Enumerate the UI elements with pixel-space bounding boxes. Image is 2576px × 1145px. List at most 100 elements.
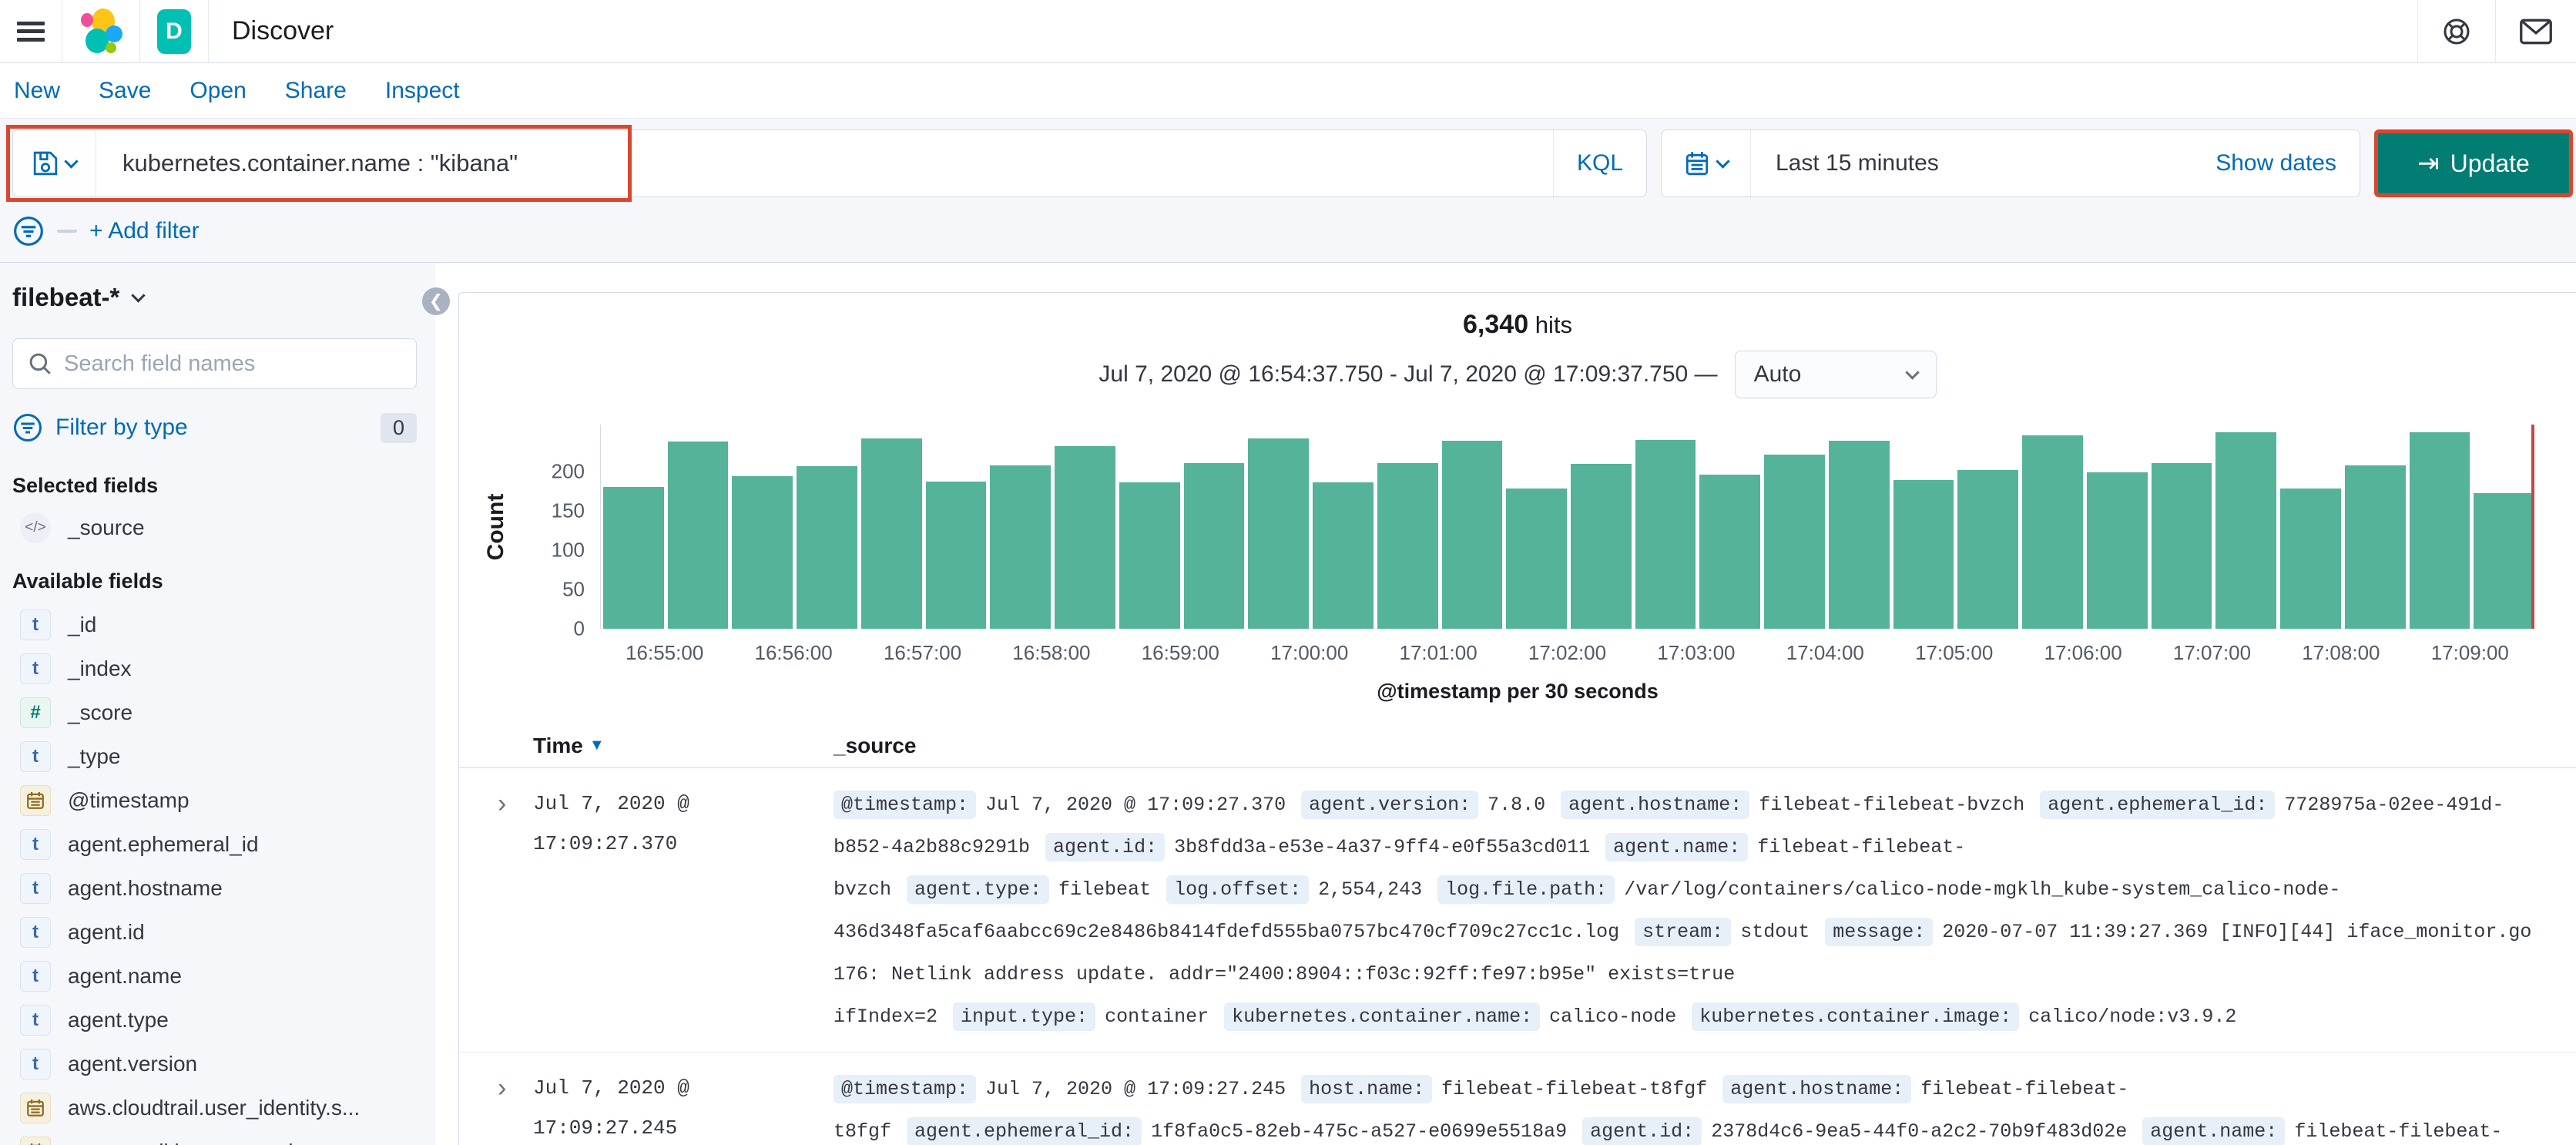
histogram-bar[interactable]: [1055, 446, 1115, 629]
histogram-bar[interactable]: [667, 442, 729, 629]
histogram-bar[interactable]: [1441, 441, 1503, 629]
field-name-badge[interactable]: agent.version:: [1301, 791, 1479, 819]
histogram-bar[interactable]: [1957, 470, 2019, 629]
histogram-bar[interactable]: [797, 466, 857, 629]
histogram-bar[interactable]: [990, 465, 1052, 629]
add-filter-button[interactable]: + Add filter: [89, 218, 200, 244]
x-axis-tick-label: 16:59:00: [1141, 641, 1219, 664]
kibana-discover-page: D Discover New Save Open Share Inspect k…: [0, 0, 2576, 1145]
show-dates-button[interactable]: Show dates: [2215, 150, 2360, 176]
histogram-bar[interactable]: [2151, 463, 2212, 629]
field-list-item[interactable]: t agent.hostname: [12, 866, 417, 910]
field-list-item[interactable]: azure.auditlogs.properties.ac...: [12, 1130, 417, 1145]
histogram-bar[interactable]: [2215, 432, 2277, 629]
sort-descending-icon[interactable]: ▼: [589, 737, 605, 754]
collapse-sidebar-button[interactable]: ❮: [422, 287, 450, 315]
histogram-bar[interactable]: [1571, 464, 1632, 629]
field-list-item[interactable]: @timestamp: [12, 778, 417, 822]
field-value: 7.8.0: [1488, 794, 1546, 816]
histogram-bar[interactable]: [1893, 480, 1954, 629]
field-list-item[interactable]: t _id: [12, 603, 417, 646]
histogram-bar[interactable]: [1828, 441, 1890, 629]
histogram-bar[interactable]: [2344, 465, 2406, 629]
field-list-item[interactable]: t agent.ephemeral_id: [12, 822, 417, 866]
field-name-badge[interactable]: agent.hostname:: [1722, 1075, 1912, 1103]
share-button[interactable]: Share: [285, 78, 347, 104]
saved-query-menu-button[interactable]: [13, 130, 96, 196]
elastic-logo-icon[interactable]: [79, 8, 122, 55]
date-picker-group: Last 15 minutes Show dates: [1661, 129, 2360, 197]
histogram-bar[interactable]: [2474, 493, 2535, 629]
save-button[interactable]: Save: [99, 78, 151, 104]
field-name-badge[interactable]: agent.id:: [1582, 1117, 1702, 1145]
histogram-bar[interactable]: [2022, 435, 2083, 629]
help-icon[interactable]: [2441, 16, 2472, 47]
field-name-badge[interactable]: @timestamp:: [834, 1075, 977, 1103]
index-pattern-switcher[interactable]: filebeat-*: [12, 283, 417, 312]
field-list-item[interactable]: t _index: [12, 646, 417, 690]
saved-filters-icon[interactable]: [12, 215, 45, 247]
open-button[interactable]: Open: [190, 78, 246, 104]
field-name-badge[interactable]: kubernetes.container.name:: [1224, 1002, 1541, 1031]
field-name-badge[interactable]: log.file.path:: [1437, 875, 1615, 904]
top-header: D Discover: [0, 0, 2576, 63]
field-name-badge[interactable]: agent.type:: [907, 875, 1050, 904]
inspect-button[interactable]: Inspect: [385, 78, 460, 104]
histogram-bar[interactable]: [732, 476, 793, 629]
update-button[interactable]: ⇥ Update: [2374, 129, 2573, 197]
field-list-item[interactable]: t _type: [12, 734, 417, 778]
histogram-bar[interactable]: [860, 438, 922, 629]
hamburger-menu-icon[interactable]: [17, 21, 45, 42]
time-column-header[interactable]: Time: [533, 734, 583, 758]
histogram-bar[interactable]: [1313, 482, 1374, 629]
histogram-bar[interactable]: [1764, 455, 1825, 629]
quick-select-date-button[interactable]: [1662, 130, 1751, 196]
fields-sidebar: filebeat-* Filter by type 0 Selected fie…: [0, 263, 435, 1145]
kql-language-button[interactable]: KQL: [1552, 130, 1646, 196]
field-list-item[interactable]: aws.cloudtrail.user_identity.s...: [12, 1086, 417, 1130]
query-input[interactable]: kubernetes.container.name : "kibana": [96, 149, 1553, 177]
discover-app-badge[interactable]: D: [157, 8, 191, 54]
new-button[interactable]: New: [14, 78, 60, 104]
field-name-badge[interactable]: agent.hostname:: [1561, 791, 1750, 819]
histogram-bar[interactable]: [2086, 472, 2148, 629]
histogram-bar[interactable]: [925, 482, 987, 629]
field-list-item[interactable]: t agent.version: [12, 1042, 417, 1086]
field-list-item[interactable]: # _score: [12, 690, 417, 734]
field-name-badge[interactable]: agent.name:: [1605, 833, 1749, 861]
field-name-badge[interactable]: host.name:: [1301, 1075, 1433, 1103]
filter-by-type-button[interactable]: Filter by type: [55, 415, 188, 441]
field-list-item[interactable]: t agent.name: [12, 954, 417, 998]
mail-icon[interactable]: [2519, 16, 2553, 47]
field-name-badge[interactable]: kubernetes.container.image:: [1692, 1002, 2020, 1031]
main-content: 6,340 hits Jul 7, 2020 @ 16:54:37.750 - …: [435, 263, 2576, 1145]
field-name-badge[interactable]: stream:: [1635, 918, 1732, 946]
field-list-item[interactable]: t agent.id: [12, 910, 417, 954]
field-name-badge[interactable]: log.offset:: [1166, 875, 1310, 904]
expand-row-icon[interactable]: ›: [498, 784, 533, 1038]
field-name-badge[interactable]: @timestamp:: [834, 791, 977, 819]
histogram-bar[interactable]: [1699, 475, 1761, 629]
expand-row-icon[interactable]: ›: [498, 1068, 533, 1145]
field-name-badge[interactable]: input.type:: [953, 1002, 1096, 1031]
histogram-bar[interactable]: [1248, 438, 1310, 629]
field-list-item[interactable]: </> _source: [12, 505, 417, 549]
histogram-bar[interactable]: [1377, 463, 1438, 629]
search-field-names-input[interactable]: [64, 351, 402, 377]
field-name-badge[interactable]: agent.name:: [2142, 1117, 2286, 1145]
histogram-bar[interactable]: [2409, 432, 2470, 629]
interval-select[interactable]: Auto: [1734, 351, 1937, 398]
field-name-badge[interactable]: agent.ephemeral_id:: [2040, 791, 2276, 819]
field-name-badge[interactable]: message:: [1825, 918, 1934, 946]
histogram-bar[interactable]: [2280, 489, 2341, 629]
histogram-bar[interactable]: [1183, 463, 1245, 629]
time-range-value[interactable]: Last 15 minutes: [1751, 150, 1939, 176]
histogram-bar[interactable]: [603, 487, 664, 629]
field-name-badge[interactable]: agent.id:: [1045, 833, 1166, 861]
histogram-bar[interactable]: [1635, 440, 1696, 629]
histogram-bar[interactable]: [1119, 482, 1180, 629]
x-axis-tick-label: 16:58:00: [1012, 641, 1091, 664]
histogram-bar[interactable]: [1506, 489, 1568, 629]
field-name-badge[interactable]: agent.ephemeral_id:: [907, 1117, 1142, 1145]
field-list-item[interactable]: t agent.type: [12, 998, 417, 1042]
